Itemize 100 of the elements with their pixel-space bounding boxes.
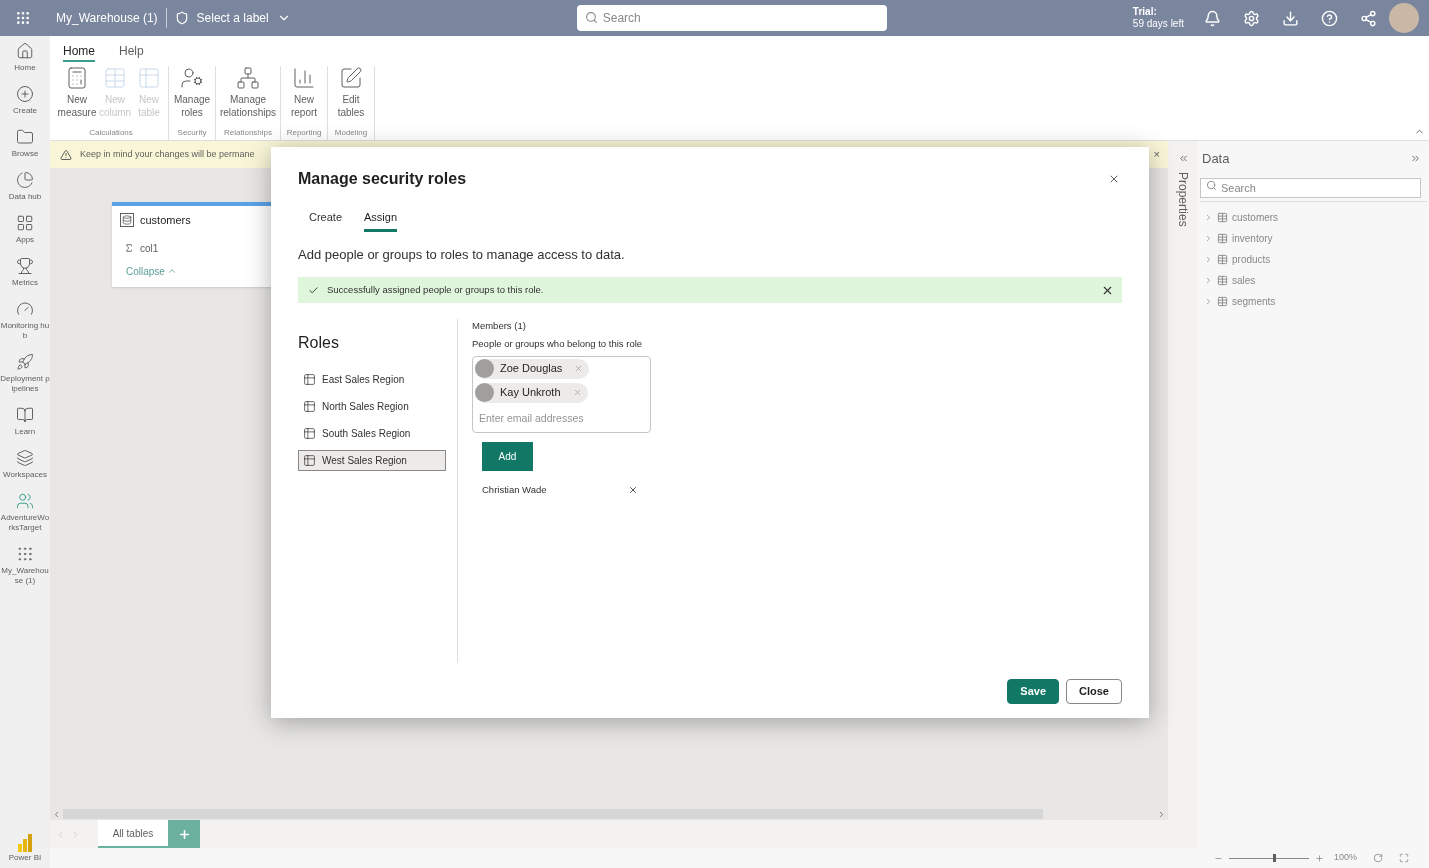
download-icon[interactable] bbox=[1282, 9, 1299, 27]
scroll-right-icon[interactable] bbox=[1157, 809, 1166, 819]
role-item[interactable]: South Sales Region bbox=[298, 423, 446, 444]
members-picker[interactable]: Zoe Douglas Kay Unkroth Enter email addresses bbox=[472, 355, 651, 434]
role-icon bbox=[303, 427, 316, 440]
nav-item[interactable]: Apps bbox=[0, 214, 50, 245]
nav-item[interactable]: Home bbox=[0, 42, 50, 73]
close-icon[interactable] bbox=[1108, 173, 1120, 185]
power-bi-label: Power BI bbox=[8, 852, 42, 864]
folder-icon bbox=[16, 128, 34, 146]
remove-member-icon[interactable] bbox=[628, 485, 638, 496]
ribbon-button[interactable]: Manage roles bbox=[171, 66, 213, 127]
scroll-left-icon[interactable] bbox=[52, 809, 61, 819]
zoom-in-icon[interactable] bbox=[1314, 853, 1324, 863]
horizontal-scrollbar[interactable] bbox=[50, 808, 1168, 820]
home-icon bbox=[16, 42, 34, 60]
role-icon bbox=[303, 400, 316, 413]
save-button[interactable]: Save bbox=[1007, 679, 1060, 704]
member-chip[interactable]: Zoe Douglas bbox=[475, 358, 590, 379]
dialog-tab[interactable]: Assign bbox=[364, 209, 398, 232]
avatar[interactable] bbox=[1389, 3, 1419, 33]
roles-heading: Roles bbox=[298, 333, 340, 353]
calculator-icon bbox=[65, 66, 89, 90]
banner-close-button[interactable]: × bbox=[1153, 146, 1160, 163]
page-tab[interactable]: All tables bbox=[98, 820, 168, 848]
ribbon-button[interactable]: New measure bbox=[56, 66, 98, 127]
ribbon-tab[interactable]: Help bbox=[119, 42, 144, 62]
nav-item[interactable]: Browse bbox=[0, 128, 50, 159]
nav-item[interactable]: Learn bbox=[0, 406, 50, 437]
chevron-right-icon bbox=[1204, 275, 1213, 285]
ribbon-button[interactable]: Edit tables bbox=[330, 66, 372, 127]
nav-item[interactable]: Deployment pipelines bbox=[0, 353, 50, 394]
table-list-item[interactable]: segments bbox=[1204, 293, 1427, 309]
close-button[interactable]: Close bbox=[1066, 679, 1122, 704]
ribbon-tab[interactable]: Home bbox=[63, 42, 95, 62]
bar-chart-icon bbox=[292, 66, 316, 90]
ribbon-button[interactable]: Manage relationships bbox=[218, 66, 278, 127]
people-icon bbox=[16, 492, 34, 510]
avatar bbox=[475, 359, 494, 378]
chevron-right-icon bbox=[1204, 233, 1213, 243]
warning-icon bbox=[60, 148, 72, 161]
table-list-item[interactable]: products bbox=[1204, 251, 1427, 267]
remove-icon[interactable] bbox=[572, 388, 582, 397]
add-page-button[interactable] bbox=[168, 820, 200, 848]
add-button[interactable]: Add bbox=[482, 442, 533, 472]
zoom-reading: 100% bbox=[1333, 851, 1357, 865]
ribbon-group-label: Modeling bbox=[334, 127, 368, 139]
role-item[interactable]: East Sales Region bbox=[298, 369, 446, 390]
table-list-item[interactable]: customers bbox=[1204, 209, 1427, 225]
reset-icon[interactable] bbox=[1373, 853, 1383, 863]
zoom-slider-thumb[interactable] bbox=[1272, 854, 1276, 862]
network-icon bbox=[236, 66, 260, 90]
nav-item[interactable]: Monitoring hub bbox=[0, 300, 50, 341]
chevron-right-icon bbox=[1204, 212, 1213, 222]
layers-icon bbox=[16, 449, 34, 467]
nav-item[interactable]: Metrics bbox=[0, 257, 50, 288]
rocket-icon bbox=[16, 353, 34, 371]
table-icon bbox=[120, 213, 134, 228]
nav-item[interactable]: Data hub bbox=[0, 171, 50, 202]
banner-text: Keep in mind your changes will be permane bbox=[80, 147, 255, 161]
dialog-description: Add people or groups to roles to manage access to data. bbox=[298, 245, 626, 264]
notifications-icon[interactable] bbox=[1204, 9, 1221, 27]
nav-item[interactable]: AdventureWorksTarget bbox=[0, 492, 50, 533]
nav-item[interactable]: Create bbox=[0, 85, 50, 116]
plus-circle-icon bbox=[16, 85, 34, 103]
collapse-link[interactable]: Collapse bbox=[126, 263, 177, 279]
member-chip[interactable]: Kay Unkroth bbox=[475, 382, 588, 403]
power-bi-logo-icon bbox=[18, 834, 32, 852]
remove-icon[interactable] bbox=[574, 364, 584, 373]
shield-icon bbox=[174, 11, 189, 25]
settings-icon[interactable] bbox=[1243, 9, 1260, 27]
email-field[interactable]: Enter email addresses bbox=[475, 406, 648, 431]
table-list-item[interactable]: inventory bbox=[1204, 230, 1427, 246]
table-icon bbox=[103, 66, 127, 90]
share-icon[interactable] bbox=[1360, 9, 1377, 27]
search-field[interactable]: Search bbox=[576, 5, 887, 31]
data-search-field[interactable]: Search bbox=[1200, 177, 1421, 198]
role-item[interactable]: North Sales Region bbox=[298, 396, 446, 417]
ribbon-button[interactable]: New report bbox=[283, 66, 325, 127]
pencil-icon bbox=[339, 66, 363, 90]
expand-icon[interactable] bbox=[1177, 153, 1189, 164]
workspace-title: My_Warehouse (1) bbox=[56, 10, 158, 27]
table-title: customers bbox=[140, 213, 191, 228]
table-icon bbox=[1217, 295, 1228, 307]
nav-item[interactable]: My_Warehouse (1) bbox=[0, 545, 50, 586]
dialog-tab[interactable]: Create bbox=[309, 209, 343, 232]
properties-tab[interactable]: Properties bbox=[1174, 172, 1192, 227]
table-icon bbox=[137, 66, 161, 90]
fit-icon[interactable] bbox=[1399, 853, 1409, 863]
ribbon-group-label: Relationships bbox=[224, 127, 272, 139]
role-icon bbox=[303, 454, 316, 467]
table-list-item[interactable]: sales bbox=[1204, 272, 1427, 288]
label-picker[interactable]: Select a label bbox=[174, 9, 291, 27]
help-icon[interactable] bbox=[1321, 9, 1338, 27]
search-icon bbox=[584, 11, 598, 24]
members-hint: People or groups who belong to this role bbox=[472, 337, 644, 352]
zoom-slider[interactable] bbox=[1228, 854, 1309, 862]
nav-item[interactable]: Workspaces bbox=[0, 449, 50, 480]
role-item[interactable]: West Sales Region bbox=[298, 450, 446, 471]
members-label: Members (1) bbox=[472, 319, 527, 333]
